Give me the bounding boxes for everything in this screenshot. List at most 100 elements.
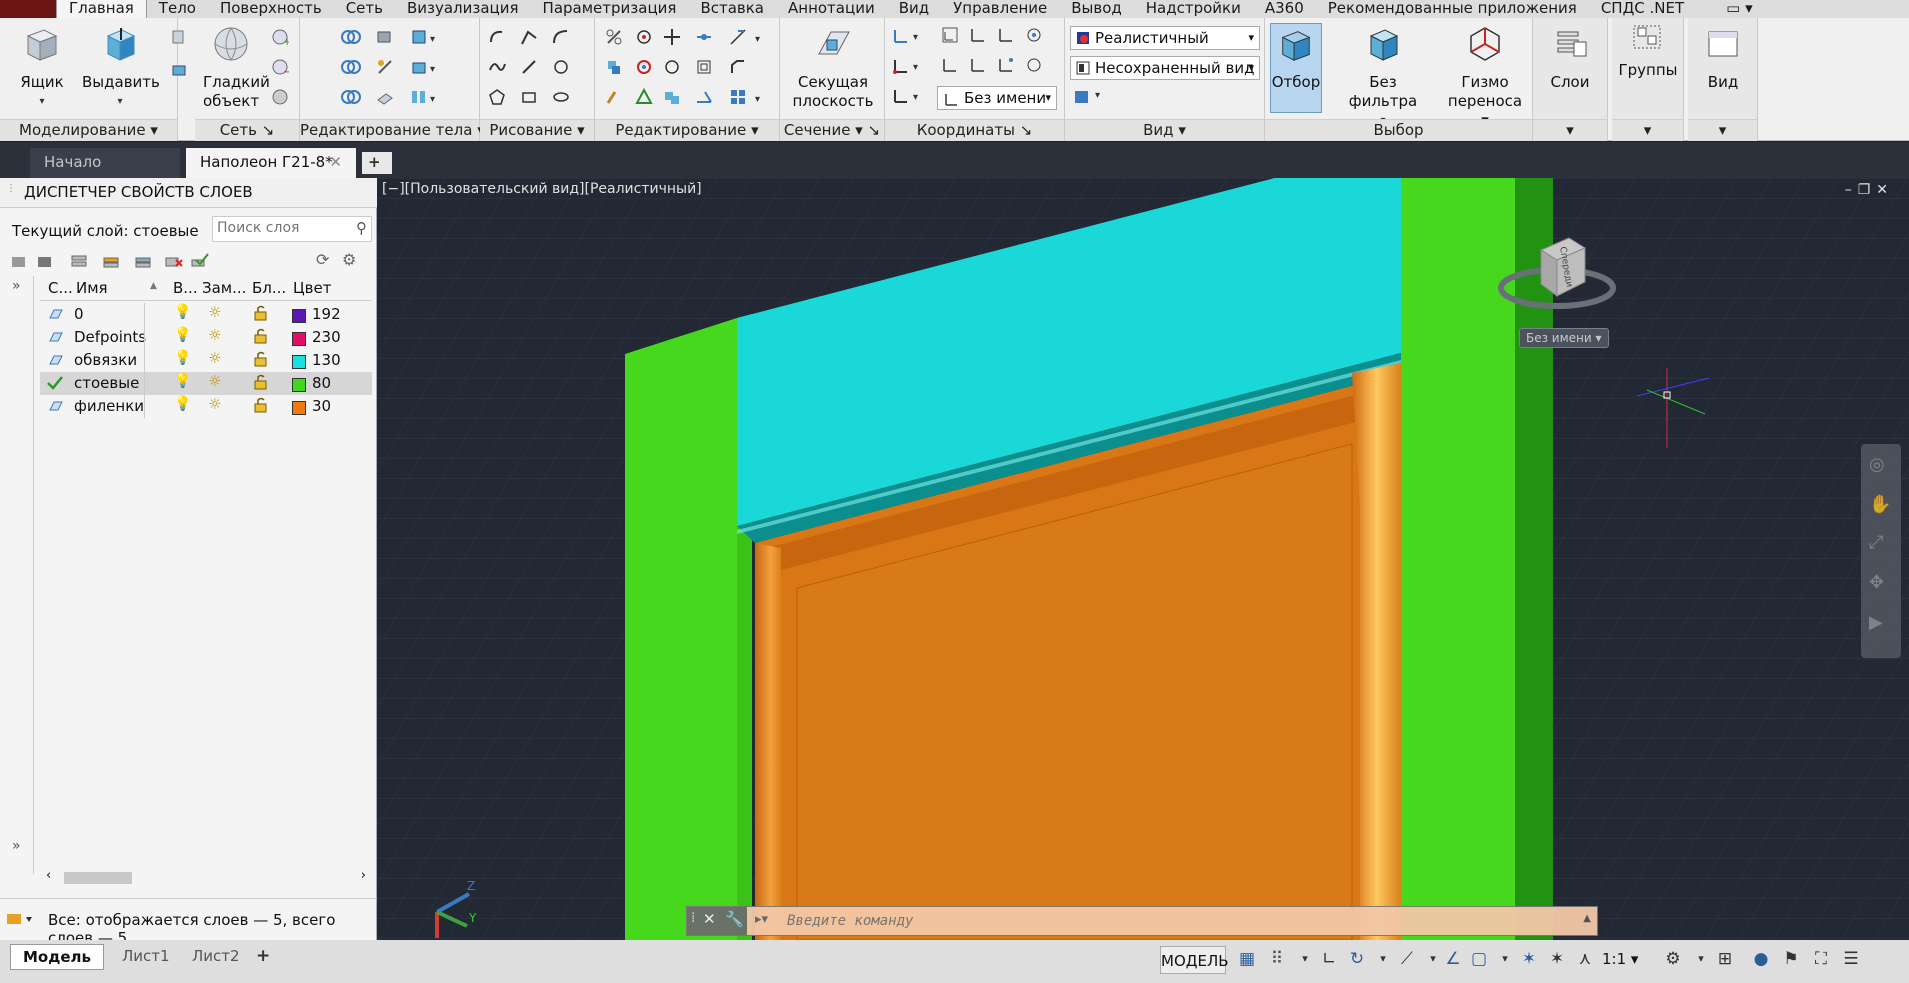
panel-groups-expand[interactable]: ▾ [1612, 119, 1683, 141]
doc-tab-current[interactable]: Наполеон Г21-8* ✕ [186, 148, 356, 178]
explode-icon[interactable] [729, 28, 747, 46]
layer-color-index[interactable]: 30 [312, 397, 331, 415]
smooth-object-button[interactable]: Гладкий объект [203, 24, 270, 111]
rotate-icon[interactable] [663, 58, 681, 76]
3d-move-icon[interactable] [663, 28, 681, 46]
layer-thaw-sun-icon[interactable]: ☼ [208, 395, 221, 413]
ucs-z-axis-icon[interactable] [1025, 56, 1043, 74]
extract-dropdown[interactable]: ▾ [430, 28, 440, 46]
view-extra-button[interactable]: ▾ [1073, 88, 1107, 106]
grip-handle-icon[interactable]: ⁞ [691, 910, 695, 926]
layer-row[interactable]: обвязки 💡 ☼ 130 [40, 349, 372, 372]
layer-row[interactable]: Defpoints 💡 ☼ 230 [40, 326, 372, 349]
extrude-faces-dropdown[interactable]: ▾ [430, 58, 440, 76]
osnap-dropdown-icon[interactable]: ▾ [1494, 948, 1516, 970]
new-layer-frozen-icon[interactable] [134, 252, 154, 274]
customize-wrench-icon[interactable]: 🔧 [725, 910, 744, 928]
tab-solid[interactable]: Тело [147, 0, 208, 18]
layer-row[interactable]: стоевые 💡 ☼ 80 [40, 372, 372, 395]
palette-title-bar[interactable]: ⋮ ДИСПЕТЧЕР СВОЙСТВ СЛОЕВ [0, 178, 377, 208]
panel-title-section[interactable]: Сечение ▾ ↘ [780, 119, 884, 141]
ucs-named-icon[interactable] [891, 86, 909, 104]
layer-color-swatch[interactable] [292, 398, 306, 416]
polyline-icon[interactable] [520, 28, 538, 46]
layer-color-index[interactable]: 192 [312, 305, 341, 323]
col-color[interactable]: Цвет [293, 279, 331, 297]
close-tab-icon[interactable]: ✕ [329, 148, 342, 176]
ellipse-icon[interactable] [552, 88, 570, 106]
panel-title-coordinates[interactable]: Координаты ↘ [885, 119, 1064, 141]
clean-screen-icon[interactable]: ⛶ [1810, 948, 1832, 970]
mesh-reduce-icon[interactable]: − [271, 58, 291, 78]
no-filter-button[interactable]: Без фильтра ▾ [1333, 24, 1433, 130]
panel-title-view[interactable]: Вид ▾ [1065, 119, 1264, 141]
layer-search-input[interactable] [217, 217, 347, 239]
expand-filters-bottom-icon[interactable]: » [12, 838, 21, 854]
extrude-faces-icon[interactable] [410, 58, 428, 76]
chamfer-icon[interactable] [729, 58, 747, 76]
move-gizmo-button[interactable]: Гизмо переноса ▾ [1445, 24, 1525, 130]
ucs-face-icon[interactable] [941, 56, 959, 74]
slice-icon[interactable] [376, 58, 394, 76]
3d-align-icon[interactable] [605, 58, 623, 76]
search-icon[interactable]: ⚲ [356, 219, 367, 237]
customization-menu-icon[interactable]: ☰ [1840, 948, 1862, 970]
layer-search-field[interactable]: ⚲ [212, 216, 372, 242]
panel-title-draw[interactable]: Рисование ▾ [480, 119, 594, 141]
scroll-left-icon[interactable]: ‹ [46, 868, 51, 883]
ucs-icon[interactable] [891, 26, 909, 44]
layer-unlock-icon[interactable] [252, 396, 270, 418]
layer-status-icon[interactable] [46, 328, 64, 350]
new-filter-icon[interactable] [10, 252, 28, 274]
mesh-refine-icon[interactable]: + [271, 28, 291, 48]
tab-addins[interactable]: Надстройки [1134, 0, 1253, 18]
viewcube[interactable]: Спереди [1497, 218, 1617, 318]
modeling-tool-2-icon[interactable] [170, 60, 188, 78]
union-icon[interactable] [340, 28, 361, 46]
close-viewport-icon[interactable]: ✕ [1876, 182, 1894, 198]
ortho-icon[interactable]: ∟ [1318, 948, 1340, 970]
current-layer-check-icon[interactable] [46, 374, 64, 396]
ucs-x-icon[interactable] [969, 26, 987, 44]
ucs-combo[interactable]: Без имени ▾ [937, 86, 1057, 110]
zoom-extents-icon[interactable]: ⤢ [1869, 532, 1883, 553]
layer-thaw-sun-icon[interactable]: ☼ [208, 326, 221, 344]
layer-row[interactable]: филенки 💡 ☼ 30 [40, 395, 372, 418]
3d-mirror-icon[interactable] [635, 58, 653, 76]
layer-on-bulb-icon[interactable]: 💡 [174, 327, 191, 343]
panel-title-edit[interactable]: Редактирование ▾ [595, 119, 779, 141]
annotation-monitor-icon[interactable]: ⊞ [1714, 948, 1736, 970]
snap-mode-icon[interactable]: ⠿ [1266, 948, 1288, 970]
ucs-3point-icon[interactable] [997, 56, 1015, 74]
arc-icon[interactable] [552, 28, 570, 46]
layer-color-index[interactable]: 230 [312, 328, 341, 346]
isodraft-icon[interactable]: ⟋ [1396, 948, 1418, 970]
layer-unlock-icon[interactable] [252, 373, 270, 395]
layer-color-index[interactable]: 130 [312, 351, 341, 369]
offset-icon[interactable] [695, 58, 713, 76]
ucs-object-icon[interactable] [969, 56, 987, 74]
snap-dropdown-icon[interactable]: ▾ [1294, 948, 1316, 970]
delete-layer-icon[interactable] [164, 252, 184, 274]
tab-view[interactable]: Вид [887, 0, 941, 18]
box-button[interactable]: Ящик ▾ [14, 24, 70, 111]
tab-layout2[interactable]: Лист2 [180, 944, 252, 970]
set-current-icon[interactable] [190, 252, 210, 274]
scroll-thumb[interactable] [64, 872, 132, 884]
tab-insert[interactable]: Вставка [688, 0, 776, 18]
col-freeze[interactable]: Зам... [202, 279, 246, 297]
hardware-acceleration-icon[interactable]: ⚑ [1780, 948, 1802, 970]
settings-gear-icon[interactable]: ⚙ [342, 250, 356, 269]
mesh-crease-icon[interactable] [271, 88, 289, 106]
recent-commands-icon[interactable]: ▸▾ [755, 912, 768, 927]
layer-color-swatch[interactable] [292, 329, 306, 347]
layer-unlock-icon[interactable] [252, 304, 270, 326]
ucs-origin-dropdown[interactable]: ▾ [913, 56, 923, 74]
ucs-y-icon[interactable] [997, 26, 1015, 44]
ucs-origin-icon[interactable] [891, 56, 909, 74]
line-icon[interactable] [488, 28, 506, 46]
interfere-icon[interactable] [376, 28, 394, 46]
ucs-named-dropdown[interactable]: ▾ [913, 86, 923, 104]
tab-output[interactable]: Вывод [1059, 0, 1134, 18]
layer-name[interactable]: обвязки [74, 351, 137, 369]
